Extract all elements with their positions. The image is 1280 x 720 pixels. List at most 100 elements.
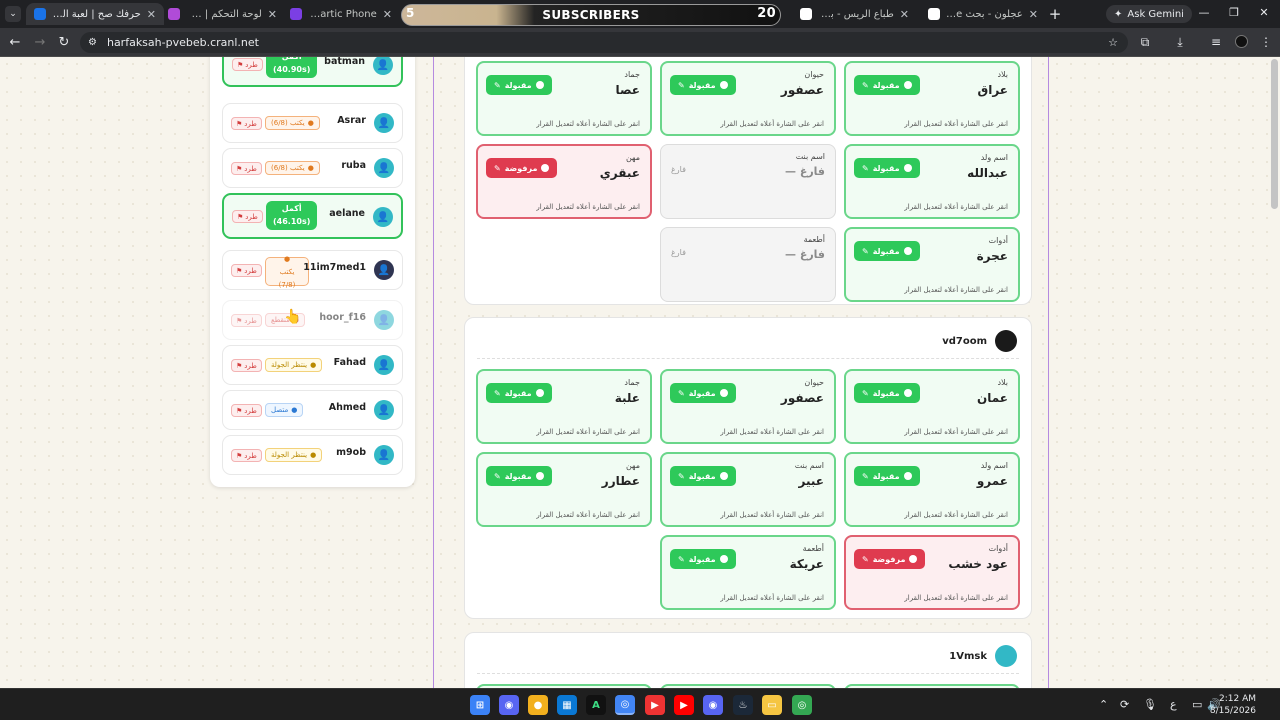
mic-icon[interactable]: 🎙 bbox=[1143, 698, 1157, 711]
answer-cell: أطعمة — فارغ فارغ bbox=[660, 227, 836, 302]
tab-7[interactable]: عجلون - بحث Google ✕ bbox=[920, 3, 1046, 25]
tab-close-icon[interactable]: ✕ bbox=[383, 8, 392, 21]
tray-chevron-icon[interactable]: ⌃ bbox=[1099, 698, 1108, 711]
rejected-badge[interactable]: مرفوضة ✎ bbox=[854, 549, 926, 569]
tab-title: حرفك صح | لعبة التحدي bbox=[52, 8, 141, 20]
accepted-badge[interactable]: مقبولة ✎ bbox=[670, 75, 736, 95]
badge-dot-icon bbox=[719, 81, 728, 89]
tab-3[interactable]: Gartic Phone - المكسور ✕ bbox=[282, 3, 400, 25]
media-player-icon[interactable]: ▶ bbox=[645, 695, 665, 715]
answer-word: عبير bbox=[798, 474, 824, 488]
kick-button[interactable]: ⚑ طرد bbox=[231, 404, 262, 417]
tab-1[interactable]: حرفك صح | لعبة التحدي ✕ bbox=[26, 3, 164, 25]
player-avatar: 👤 bbox=[374, 113, 394, 133]
badge-dot-icon bbox=[903, 81, 912, 89]
media-icon[interactable]: ≡ bbox=[1208, 35, 1224, 49]
accepted-badge[interactable]: مقبولة ✎ bbox=[854, 466, 920, 486]
reload-icon[interactable]: ↻ bbox=[56, 35, 72, 50]
player-name: ruba bbox=[341, 160, 366, 171]
address-bar[interactable]: ⚙ harfaksah-pvebeb.cranl.net ☆ bbox=[80, 32, 1128, 53]
accepted-badge[interactable]: مقبولة ✎ bbox=[854, 158, 920, 178]
language-indicator[interactable]: ع bbox=[1170, 698, 1177, 711]
tab-close-icon[interactable]: ✕ bbox=[900, 8, 909, 21]
accepted-badge[interactable]: مقبولة ✎ bbox=[486, 75, 552, 95]
discord-icon[interactable]: ◉ bbox=[499, 695, 519, 715]
ask-gemini-button[interactable]: ✦ Ask Gemini bbox=[1106, 5, 1192, 23]
accepted-badge[interactable]: مقبولة ✎ bbox=[854, 383, 920, 403]
sync-icon[interactable]: ⟳ bbox=[1120, 698, 1129, 711]
tab-close-icon[interactable]: ✕ bbox=[268, 8, 277, 21]
site-info-icon[interactable]: ⚙ bbox=[88, 37, 97, 48]
answer-word: عصفور bbox=[780, 83, 824, 97]
tab-close-icon[interactable]: ✕ bbox=[147, 8, 156, 21]
new-tab-button[interactable]: + bbox=[1046, 5, 1064, 23]
chat-app-icon[interactable]: ● bbox=[528, 695, 548, 715]
monitor-icon[interactable]: ▭ bbox=[1192, 698, 1202, 711]
player-avatar: 👤 bbox=[374, 260, 394, 280]
minimize-icon[interactable]: — bbox=[1196, 6, 1212, 19]
edit-pencil-icon: ✎ bbox=[494, 163, 501, 173]
page-content: ⚑طردأكمل(40.90s)batman👤⚑طرد●يكتب (6/8)As… bbox=[0, 57, 1280, 688]
empty-word: — فارغ bbox=[784, 248, 825, 261]
forward-icon[interactable]: → bbox=[32, 35, 48, 50]
answer-cell: اسم ولد عبدالله مقبولة ✎ انقر على الشارة أعل… bbox=[844, 144, 1020, 219]
page-scrollbar[interactable] bbox=[1271, 59, 1278, 209]
card-player-avatar bbox=[995, 330, 1017, 352]
rejected-badge[interactable]: مرفوضة ✎ bbox=[486, 158, 558, 178]
steam-icon[interactable]: ♨ bbox=[733, 695, 753, 715]
youtube-icon[interactable]: ▶ bbox=[674, 695, 694, 715]
badge-dot-icon bbox=[909, 555, 918, 563]
tab-favicon-icon bbox=[928, 8, 940, 20]
edit-hint: انقر على الشارة أعلاه لتعديل القرار bbox=[720, 594, 824, 602]
accepted-badge[interactable]: مقبولة ✎ bbox=[486, 466, 552, 486]
kick-button[interactable]: ⚑ طرد bbox=[231, 314, 262, 327]
store-icon[interactable]: ▦ bbox=[557, 695, 577, 715]
accepted-badge[interactable]: مقبولة ✎ bbox=[670, 549, 736, 569]
edit-pencil-icon: ✎ bbox=[494, 471, 501, 481]
kick-button[interactable]: ⚑ طرد bbox=[231, 162, 262, 175]
overlay-left-number: 5 bbox=[406, 6, 415, 20]
kick-button[interactable]: ⚑ طرد bbox=[231, 117, 262, 130]
bookmark-star-icon[interactable]: ☆ bbox=[1108, 36, 1118, 49]
close-window-icon[interactable]: ✕ bbox=[1256, 6, 1272, 19]
status-sub: (40.90s) bbox=[273, 65, 311, 74]
accepted-badge[interactable]: مقبولة ✎ bbox=[670, 466, 736, 486]
edit-pencil-icon: ✎ bbox=[862, 471, 869, 481]
player-name: Fahad bbox=[333, 357, 366, 368]
badge-label: مقبولة bbox=[872, 471, 900, 481]
empty-tag: فارغ bbox=[671, 248, 686, 257]
category-label: حيوان bbox=[804, 70, 824, 79]
kick-user-icon: ⚑ bbox=[236, 361, 243, 370]
profile-avatar[interactable] bbox=[1233, 35, 1249, 51]
download-icon[interactable]: ⤓ bbox=[1172, 35, 1188, 50]
restore-icon[interactable]: ❐ bbox=[1226, 6, 1242, 19]
accepted-badge[interactable]: مقبولة ✎ bbox=[854, 75, 920, 95]
chrome-profile-icon[interactable]: ◎ bbox=[792, 695, 812, 715]
tab-6[interactable]: طباع الريس - بحث Google ✕ bbox=[792, 3, 917, 25]
gemini-icon: ✦ bbox=[1114, 8, 1123, 20]
tab-search-button[interactable]: ⌄ bbox=[5, 6, 21, 22]
kick-button[interactable]: ⚑ طرد bbox=[232, 58, 263, 71]
start-icon[interactable]: ⊞ bbox=[470, 695, 490, 715]
discord-alt-icon[interactable]: ◉ bbox=[703, 695, 723, 715]
badge-label: مقبولة bbox=[872, 388, 900, 398]
kick-button[interactable]: ⚑ طرد bbox=[231, 359, 262, 372]
tab-title: طباع الريس - بحث Google bbox=[818, 8, 894, 20]
chrome-icon[interactable]: ◎ bbox=[615, 695, 635, 715]
tab-2[interactable]: لوحة التحكم | جولة ✕ bbox=[160, 3, 285, 25]
accepted-badge[interactable]: مقبولة ✎ bbox=[486, 383, 552, 403]
kick-button[interactable]: ⚑ طرد bbox=[231, 264, 262, 277]
tab-close-icon[interactable]: ✕ bbox=[1029, 8, 1038, 21]
kick-button[interactable]: ⚑ طرد bbox=[232, 210, 263, 223]
player-status-badge: ● متصل bbox=[265, 403, 304, 417]
menu-icon[interactable]: ⋮ bbox=[1258, 35, 1274, 49]
clock[interactable]: 2:12 AM 8/15/2026 bbox=[1210, 693, 1256, 717]
back-icon[interactable]: ← bbox=[7, 35, 23, 50]
kick-button[interactable]: ⚑ طرد bbox=[231, 449, 262, 462]
extensions-icon[interactable]: ⧉ bbox=[1137, 35, 1153, 50]
accepted-badge[interactable]: مقبولة ✎ bbox=[854, 241, 920, 261]
answer-word: عطارر bbox=[601, 474, 640, 488]
accepted-badge[interactable]: مقبولة ✎ bbox=[670, 383, 736, 403]
code-editor-icon[interactable]: A bbox=[586, 695, 606, 715]
file-explorer-icon[interactable]: ▭ bbox=[762, 695, 782, 715]
